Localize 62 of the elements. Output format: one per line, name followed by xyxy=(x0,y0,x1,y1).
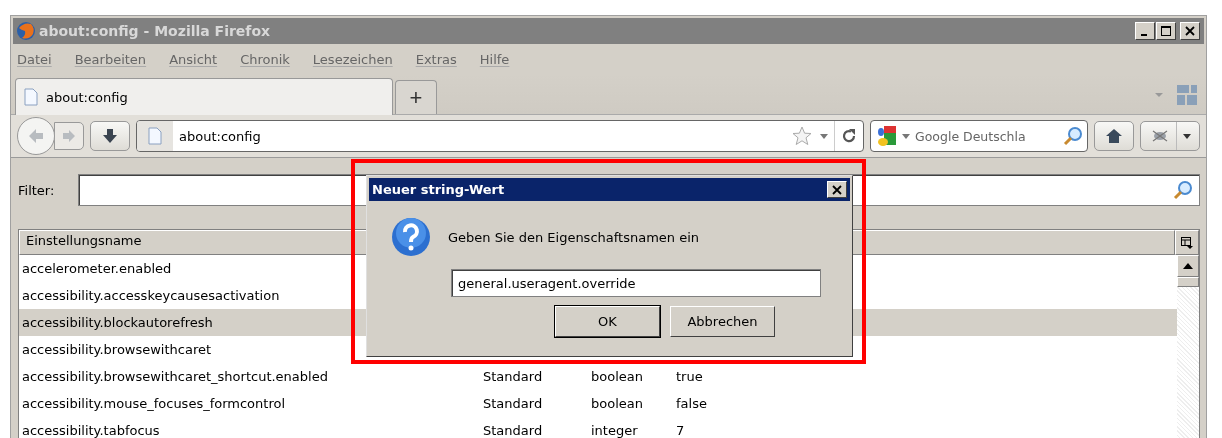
menu-item[interactable]: Bearbeiten xyxy=(74,51,147,67)
back-button[interactable] xyxy=(17,117,55,155)
column-picker-button[interactable] xyxy=(1175,230,1199,255)
table-cell[interactable]: accessibility.mouse_focuses_formcontrol xyxy=(19,390,483,417)
page-icon xyxy=(24,88,38,106)
table-cell-text: Standard xyxy=(483,396,544,411)
question-icon xyxy=(391,217,431,257)
ok-button[interactable]: OK xyxy=(555,306,660,337)
table-cell-text: false xyxy=(676,396,708,411)
maximize-icon xyxy=(1161,26,1171,36)
close-icon xyxy=(1185,26,1195,36)
browser-tab[interactable]: about:config xyxy=(15,78,393,115)
dropdown-arrow-icon[interactable] xyxy=(820,133,828,139)
menu-item[interactable]: Ansicht xyxy=(169,51,218,67)
download-button[interactable] xyxy=(90,121,130,151)
columns-icon xyxy=(1181,236,1193,249)
scrollbar-thumb[interactable] xyxy=(1177,277,1199,287)
table-cell-text: Standard xyxy=(483,369,544,384)
table-cell-text: true xyxy=(676,369,704,384)
home-button[interactable] xyxy=(1094,121,1134,151)
maximize-button[interactable] xyxy=(1156,22,1176,40)
reload-icon[interactable] xyxy=(841,128,857,144)
down-arrow-icon xyxy=(102,128,118,144)
scroll-up-button[interactable] xyxy=(1177,255,1199,277)
menu-item[interactable]: Extras xyxy=(415,51,457,67)
colored-blocks-icon xyxy=(877,125,897,147)
minimize-button[interactable] xyxy=(1135,22,1155,40)
close-button[interactable] xyxy=(1180,22,1200,40)
window-title: about:config - Mozilla Firefox xyxy=(39,23,272,39)
table-cell-text: Standard xyxy=(483,423,544,438)
right-arrow-icon xyxy=(61,128,77,144)
menu-item[interactable]: Chronik xyxy=(240,51,290,67)
search-icon[interactable] xyxy=(1063,126,1083,146)
page-icon xyxy=(148,127,162,145)
globe-icon xyxy=(16,21,36,41)
new-tab-button[interactable]: + xyxy=(395,80,437,114)
close-icon xyxy=(832,184,842,195)
table-cell-text: 7 xyxy=(676,423,686,438)
scrollbar[interactable] xyxy=(1177,255,1199,438)
search-icon xyxy=(1173,180,1193,200)
star-icon[interactable] xyxy=(792,126,812,146)
filter-label: Filter: xyxy=(18,182,56,198)
table-cell[interactable]: accessibility.browsewithcaret_shortcut.enabled xyxy=(19,363,483,390)
dialog-title: Neuer string-Wert xyxy=(372,182,506,197)
dropdown-arrow-icon[interactable] xyxy=(902,133,910,139)
cancel-button[interactable]: Abbrechen xyxy=(670,306,775,337)
table-cell[interactable]: accessibility.tabfocus xyxy=(19,417,483,438)
dropdown-arrow-icon xyxy=(1182,133,1191,139)
search-field[interactable]: Google Deutschla xyxy=(870,120,1088,152)
menu-item[interactable]: Datei xyxy=(17,51,52,67)
home-icon xyxy=(1105,128,1123,144)
forward-button[interactable] xyxy=(54,122,84,150)
address-bar[interactable]: about:config xyxy=(136,120,864,152)
up-arrow-icon xyxy=(1183,263,1193,269)
input-field[interactable]: general.useragent.override xyxy=(451,269,821,297)
table-cell-text: integer xyxy=(591,423,639,438)
table-cell-text: boolean xyxy=(591,369,644,384)
close-button[interactable] xyxy=(827,181,847,198)
menu-item[interactable]: Hilfe xyxy=(479,51,510,67)
minimize-icon xyxy=(1141,34,1147,36)
table-cell-text: boolean xyxy=(591,396,644,411)
menu-item[interactable]: Lesezeichen xyxy=(312,51,393,67)
